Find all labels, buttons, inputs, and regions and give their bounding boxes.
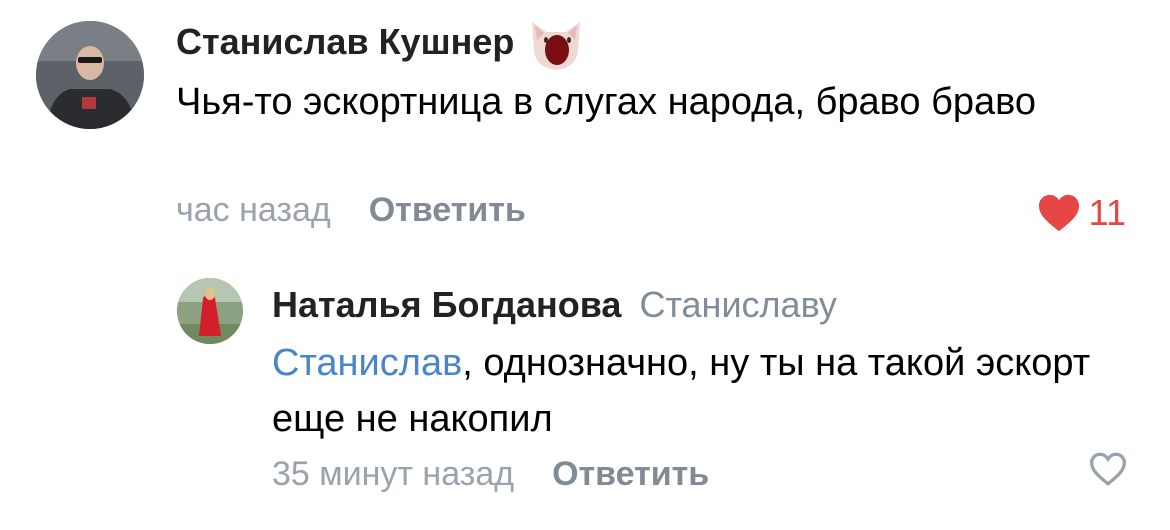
comment-text: Чья-то эскортница в слугах народа, браво… xyxy=(176,81,1036,123)
mention-link[interactable]: Станислав xyxy=(272,342,462,384)
heart-outline-icon xyxy=(1089,452,1127,486)
comment-meta: час назад Ответить xyxy=(176,191,526,230)
heart-filled-icon xyxy=(1038,194,1079,232)
comment-header: Наталья Богданова Станиславу xyxy=(272,280,837,330)
avatar[interactable] xyxy=(177,278,243,344)
like-button[interactable] xyxy=(1088,451,1128,487)
reply-button[interactable]: Ответить xyxy=(552,455,709,494)
like-button[interactable]: 11 xyxy=(1037,192,1126,234)
like-count: 11 xyxy=(1088,192,1126,233)
comment-meta: 35 минут назад Ответить xyxy=(272,455,709,494)
comment-item: Станислав Кушнер Чья-то эскортница в слу… xyxy=(0,0,1170,265)
reply-button[interactable]: Ответить xyxy=(369,191,526,230)
screaming-cat-sticker xyxy=(532,22,581,70)
comment-text: Станислав, однозначно, ну ты на такой эс… xyxy=(272,335,1132,447)
comment-time: 35 минут назад xyxy=(272,455,515,493)
avatar[interactable] xyxy=(36,21,144,129)
comment-time: час назад xyxy=(176,191,331,229)
reply-comment-item: Наталья Богданова Станиславу Станислав, … xyxy=(0,265,1170,530)
author-name[interactable]: Станислав Кушнер xyxy=(176,21,514,63)
comment-header: Станислав Кушнер xyxy=(176,10,588,74)
reply-to-label[interactable]: Станиславу xyxy=(639,284,836,326)
author-name[interactable]: Наталья Богданова xyxy=(272,284,621,326)
